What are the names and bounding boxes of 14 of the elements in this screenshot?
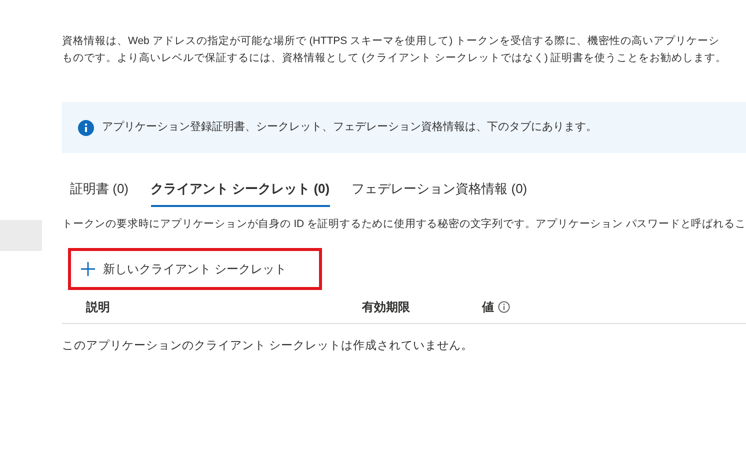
column-header: 有効期限 xyxy=(362,298,410,316)
tab[interactable]: フェデレーション資格情報 (0) xyxy=(352,179,528,206)
plus-icon xyxy=(81,262,95,276)
tab[interactable]: クライアント シークレット (0) xyxy=(150,179,330,206)
tab[interactable]: 証明書 (0) xyxy=(70,179,128,206)
column-header: 説明 xyxy=(86,298,110,316)
description-text: ものです。より高いレベルで保証するには、資格情報として (クライアント シークレットではなく) 証明書を使うことをお勧めします。 xyxy=(62,51,727,66)
column-header: 値 xyxy=(482,298,494,316)
new-client-secret-button[interactable]: 新しいクライアント シークレット xyxy=(68,248,322,290)
empty-message: このアプリケーションのクライアント シークレットは作成されていません。 xyxy=(62,338,474,354)
info-text: アプリケーション登録証明書、シークレット、フェデレーション資格情報は、下のタブにあります。 xyxy=(102,120,597,136)
info-icon xyxy=(78,120,94,136)
description-text: 資格情報は、Web アドレスの指定が可能な場所で (HTTPS スキーマを使用して) トークンを受信する際に、機密性の高いアプリケーシ xyxy=(62,34,720,49)
tab-description: トークンの要求時にアプリケーションが自身の ID を証明するために使用する秘密の文字列です。アプリケーション パスワードと呼ばれるこ xyxy=(62,216,746,232)
